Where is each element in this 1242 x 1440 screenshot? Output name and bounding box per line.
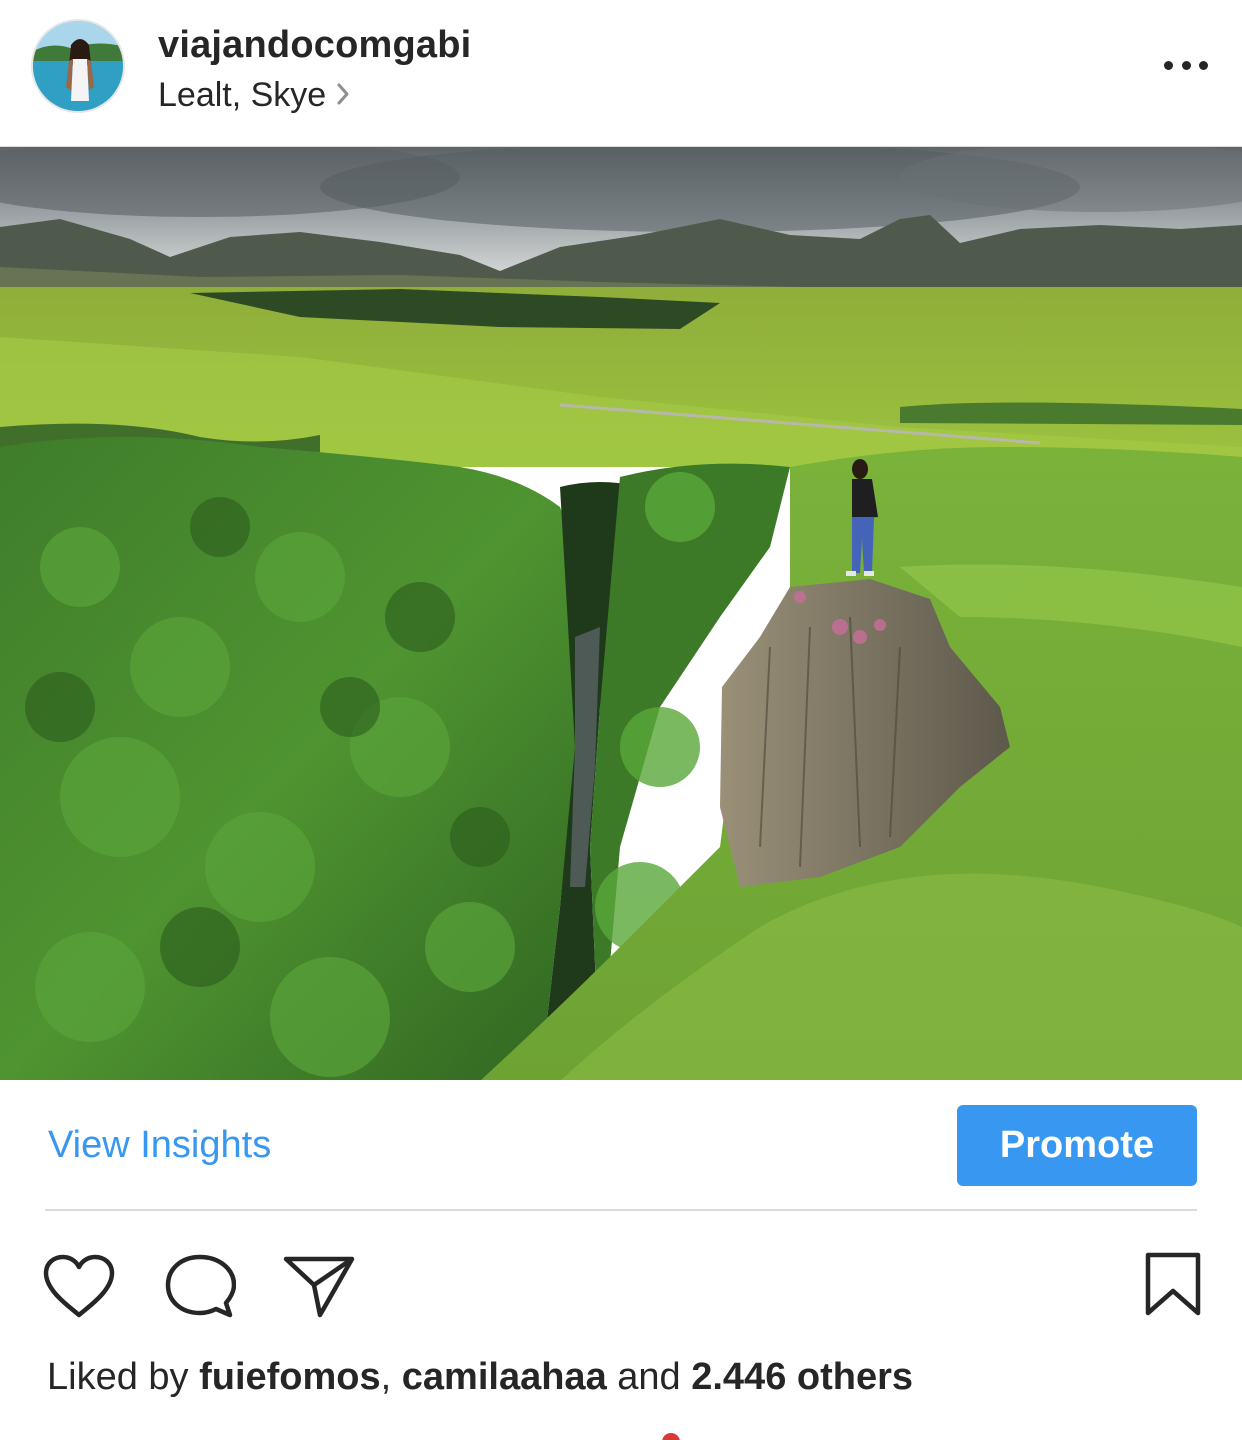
action-bar	[0, 1211, 1242, 1341]
likes-separator: ,	[380, 1356, 402, 1398]
location[interactable]: Lealt, Skye	[158, 76, 350, 115]
view-insights-link[interactable]: View Insights	[48, 1124, 271, 1167]
avatar[interactable]	[31, 19, 125, 113]
liker-fuiefomos[interactable]: fuiefomos	[199, 1356, 381, 1398]
comment-icon[interactable]	[164, 1253, 236, 1319]
username[interactable]: viajandocomgabi	[158, 24, 471, 67]
likes-and: and	[606, 1356, 692, 1398]
heart-icon[interactable]	[42, 1253, 116, 1319]
post-photo[interactable]	[0, 146, 1242, 1080]
liker-camilaahaa[interactable]: camilaahaa	[402, 1356, 607, 1398]
post-header: viajandocomgabi Lealt, Skye	[0, 0, 1242, 146]
likes-summary: Liked by fuiefomos, camilaahaa and 2.446…	[47, 1356, 913, 1399]
bookmark-icon[interactable]	[1144, 1251, 1202, 1317]
location-label: Lealt, Skye	[158, 76, 327, 114]
chevron-right-icon	[336, 76, 350, 115]
insights-row: View Insights Promote	[0, 1080, 1242, 1210]
likes-prefix: Liked by	[47, 1356, 200, 1398]
more-horizontal-icon[interactable]	[1164, 52, 1208, 78]
likes-others-count[interactable]: 2.446 others	[691, 1356, 913, 1398]
promote-button[interactable]: Promote	[957, 1105, 1197, 1186]
notification-dot	[662, 1433, 680, 1440]
paper-plane-icon[interactable]	[282, 1253, 356, 1319]
